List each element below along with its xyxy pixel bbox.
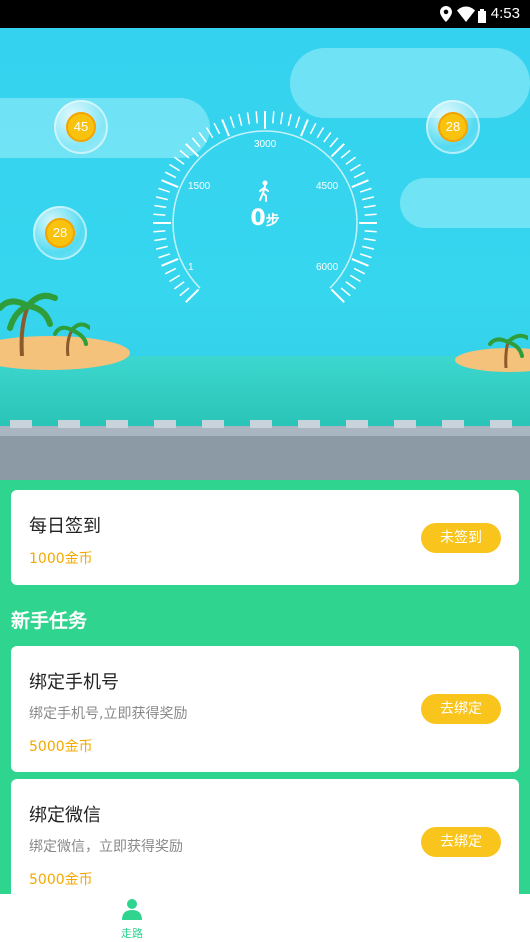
coin-bubble[interactable]: 28: [426, 100, 480, 154]
walking-person-icon: [259, 180, 269, 202]
gauge-tick: [295, 116, 301, 129]
coin-bubble[interactable]: 45: [54, 100, 108, 154]
signin-reward: 1000金币: [29, 551, 93, 567]
gauge-tick: [179, 149, 190, 159]
gauge-tick: [330, 143, 345, 158]
gauge-tick: [255, 111, 258, 124]
gauge-tick: [229, 116, 235, 129]
gauge-tick: [351, 258, 369, 267]
step-gauge: 3000 1500 4500 1 6000 0步: [150, 103, 380, 323]
gauge-tick: [351, 179, 369, 188]
gauge-tick: [221, 119, 230, 137]
battery-icon: [478, 8, 486, 27]
gauge-tick: [161, 258, 179, 267]
status-bar: 4:53: [0, 0, 530, 28]
gauge-tick: [155, 196, 168, 201]
newbie-tasks-title: 新手任务: [11, 610, 88, 632]
gauge-tick: [205, 127, 214, 139]
gauge-tick: [309, 122, 317, 135]
sea-wall: [0, 420, 530, 480]
gauge-tick: [155, 245, 168, 250]
gauge-tick: [345, 156, 357, 165]
gauge-label: 1500: [188, 181, 211, 192]
gauge-tick: [164, 267, 177, 275]
cloud: [400, 178, 530, 228]
gauge-tick: [345, 281, 357, 290]
gauge-tick: [198, 131, 207, 143]
gauge-tick: [349, 163, 361, 172]
gauge-tick: [329, 137, 339, 148]
gauge-tick: [316, 127, 325, 139]
status-time: 4:53: [490, 5, 520, 22]
daily-signin-card: 每日签到 1000金币 未签到: [11, 490, 519, 585]
gauge-tick: [191, 137, 201, 148]
gauge-tick: [238, 113, 243, 126]
coin-icon: 28: [438, 112, 468, 142]
gauge-tick: [363, 237, 376, 242]
gauge-tick: [213, 122, 221, 135]
gauge-tick: [362, 196, 375, 201]
gauge-tick: [164, 171, 177, 179]
gauge-label: 6000: [316, 262, 339, 273]
gauge-tick: [158, 187, 171, 193]
gauge-tick: [359, 253, 372, 259]
coin-icon: 45: [66, 112, 96, 142]
gauge-tick: [169, 163, 181, 172]
task-reward: 5000金币: [29, 872, 93, 888]
task-card-bind-phone: 绑定手机号 绑定手机号,立即获得奖励 5000金币 去绑定: [11, 646, 519, 772]
gauge-tick: [349, 274, 361, 283]
step-count: 0步: [250, 206, 280, 231]
gauge-label: 1: [188, 262, 194, 273]
task-reward: 5000金币: [29, 739, 93, 755]
coin-icon: 28: [45, 218, 75, 248]
tab-walk[interactable]: 走路: [110, 898, 154, 941]
bind-phone-button[interactable]: 去绑定: [421, 694, 501, 724]
gauge-label: 4500: [316, 181, 339, 192]
gauge-tick: [173, 281, 185, 290]
gauge-tick: [300, 119, 309, 137]
person-icon: [122, 899, 142, 920]
gauge-tick: [323, 131, 332, 143]
signin-title: 每日签到: [29, 516, 101, 537]
gauge-label: 3000: [254, 139, 277, 150]
coin-bubble[interactable]: 28: [33, 206, 87, 260]
gauge-tick: [340, 149, 351, 159]
gauge-tick: [359, 187, 372, 193]
tab-walk-label: 走路: [121, 927, 143, 940]
gauge-tick: [272, 111, 275, 124]
gauge-tick: [161, 179, 179, 188]
bottom-tab-bar: 走路: [0, 894, 530, 942]
gauge-tick: [154, 237, 167, 242]
palm-tree-icon: [0, 292, 90, 356]
gauge-tick: [287, 113, 292, 126]
task-title: 绑定手机号: [29, 672, 119, 693]
task-desc: 绑定微信，立即获得奖励: [29, 839, 183, 855]
bind-wechat-button[interactable]: 去绑定: [421, 827, 501, 857]
gauge-tick: [353, 267, 366, 275]
palm-tree-icon: [488, 333, 528, 368]
gauge-tick: [340, 287, 351, 297]
step-hero-scene: 45 28 28 3000 1500 4500 1 6000 0步: [0, 28, 530, 480]
gauge-tick: [279, 112, 284, 125]
gauge-tick: [158, 253, 171, 259]
gauge-tick: [185, 288, 200, 303]
wifi-icon: [457, 6, 475, 26]
gauge-tick: [362, 245, 375, 250]
gauge-tick: [353, 171, 366, 179]
gauge-tick: [173, 156, 185, 165]
gauge-tick: [330, 288, 345, 303]
task-desc: 绑定手机号,立即获得奖励: [29, 706, 188, 722]
signin-button[interactable]: 未签到: [421, 523, 501, 553]
location-icon: [440, 6, 452, 26]
task-title: 绑定微信: [29, 805, 101, 826]
gauge-tick: [246, 112, 251, 125]
task-card-bind-wechat: 绑定微信 绑定微信，立即获得奖励 5000金币 去绑定: [11, 779, 519, 905]
gauge-tick: [169, 274, 181, 283]
gauge-tick: [185, 143, 200, 158]
gauge-tick: [179, 287, 190, 297]
